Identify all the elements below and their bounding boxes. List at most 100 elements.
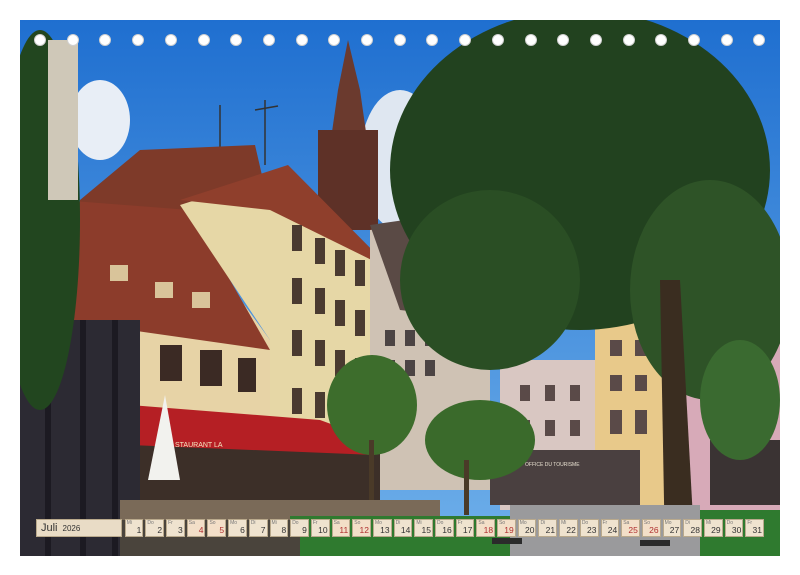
weekday-label: Fr xyxy=(312,520,318,526)
day-cell: So 12 xyxy=(352,519,371,537)
day-number: 17 xyxy=(462,525,473,535)
binding-hole xyxy=(164,34,177,46)
day-number: 9 xyxy=(302,525,307,535)
binding-hole xyxy=(262,34,275,46)
day-number: 20 xyxy=(524,525,535,535)
day-cells: Mi 1 Do 2 Fr 3 Sa 4 So 5 Mo 6 Di 7 Mi 8 Do 9 Fr 10 Sa 11 So 12 M… xyxy=(124,519,764,537)
window xyxy=(238,358,256,392)
weekday-label: Fr xyxy=(457,520,463,526)
binding-hole xyxy=(589,34,602,46)
day-cell: Do 9 xyxy=(290,519,309,537)
weekday-label: Fr xyxy=(602,520,608,526)
photo-illustration: STAURANT LA OFFICE DU TOURISME xyxy=(20,20,780,556)
day-cell: Di 28 xyxy=(683,519,702,537)
binding-holes xyxy=(20,34,780,50)
day-number: 22 xyxy=(566,525,576,535)
day-cell: Di 21 xyxy=(538,519,558,537)
day-cell: Mi 22 xyxy=(559,519,578,537)
day-cell: So 5 xyxy=(207,519,227,537)
binding-hole xyxy=(753,34,766,46)
day-number: 23 xyxy=(587,525,597,535)
weekday-label: Do xyxy=(292,520,299,526)
day-cell: Do 30 xyxy=(724,519,744,537)
bench xyxy=(640,540,670,546)
day-number: 3 xyxy=(178,525,183,535)
dormer xyxy=(155,282,173,298)
day-cell: So 26 xyxy=(641,519,661,537)
day-number: 21 xyxy=(545,525,556,535)
day-cell: Do 23 xyxy=(579,519,599,537)
weekday-label: Fr xyxy=(747,520,753,526)
day-cell: Mo 27 xyxy=(662,519,682,537)
binding-hole xyxy=(34,34,46,46)
day-cell: Mi 8 xyxy=(269,519,289,537)
tree-middle xyxy=(425,400,535,480)
weekday-label: Di xyxy=(395,520,401,526)
binding-hole xyxy=(557,34,570,46)
weekday-label: Di xyxy=(540,520,546,526)
day-number: 19 xyxy=(504,525,514,535)
weekday-label: So xyxy=(209,520,216,526)
day-number: 18 xyxy=(483,525,494,535)
weekday-label: Mi xyxy=(271,520,277,526)
binding-hole xyxy=(426,34,439,46)
day-number: 25 xyxy=(628,525,638,535)
day-number: 26 xyxy=(649,525,659,535)
calendar-strip: Juli 2026 Mi 1 Do 2 Fr 3 Sa 4 So 5 Mo 6 Di 7 Mi 8 Do 9 Fr 1… xyxy=(36,519,764,537)
weekday-label: Sa xyxy=(188,520,195,526)
day-number: 8 xyxy=(281,525,287,535)
day-cell: Fr 24 xyxy=(600,519,620,537)
binding-hole xyxy=(230,34,243,46)
day-number: 12 xyxy=(359,525,369,535)
awning-sign: STAURANT LA xyxy=(175,442,223,449)
day-number: 4 xyxy=(198,525,204,535)
day-cell: Di 7 xyxy=(248,519,268,537)
binding-hole xyxy=(491,34,504,46)
dormer xyxy=(110,265,128,281)
binding-hole xyxy=(524,34,537,46)
year-label: 2026 xyxy=(62,523,81,533)
day-cell: Fr 10 xyxy=(310,519,330,537)
day-cell: Do 16 xyxy=(435,519,454,537)
window xyxy=(160,345,182,381)
day-number: 30 xyxy=(731,525,742,535)
dormer xyxy=(192,292,210,308)
weekday-label: Mo xyxy=(230,520,238,526)
weekday-label: Do xyxy=(147,520,154,526)
day-number: 7 xyxy=(260,525,266,535)
weekday-label: Fr xyxy=(168,520,173,526)
day-number: 1 xyxy=(136,525,142,535)
day-cell: So 19 xyxy=(497,519,516,537)
day-cell: Sa 11 xyxy=(331,519,351,537)
day-number: 14 xyxy=(400,525,411,535)
binding-hole xyxy=(197,34,210,46)
month-name: Juli xyxy=(41,522,58,534)
bench xyxy=(492,538,522,544)
day-number: 13 xyxy=(380,525,390,535)
day-cell: Sa 18 xyxy=(476,519,496,537)
day-cell: Mo 6 xyxy=(228,519,247,537)
weekday-label: Di xyxy=(685,520,690,526)
day-number: 29 xyxy=(711,525,721,535)
day-cell: Mi 29 xyxy=(703,519,723,537)
calendar-page: STAURANT LA OFFICE DU TOURISME Juli 2026… xyxy=(0,0,800,575)
day-cell: Di 14 xyxy=(393,519,413,537)
binding-hole xyxy=(393,34,406,46)
binding-hole xyxy=(459,34,472,46)
tourist-office-sign: OFFICE DU TOURISME xyxy=(525,462,580,468)
day-cell: Sa 4 xyxy=(186,519,206,537)
binding-hole xyxy=(132,34,145,46)
binding-hole xyxy=(295,34,308,46)
day-cell: Mo 13 xyxy=(372,519,392,537)
day-number: 15 xyxy=(421,525,431,535)
day-cell: Fr 17 xyxy=(455,519,475,537)
cloud xyxy=(70,80,130,160)
day-number: 10 xyxy=(318,525,328,535)
binding-hole xyxy=(720,34,733,46)
day-number: 5 xyxy=(219,525,225,535)
day-number: 11 xyxy=(339,525,349,535)
binding-hole xyxy=(361,34,373,46)
weekday-label: Di xyxy=(250,520,256,526)
day-number: 2 xyxy=(157,525,163,535)
window xyxy=(200,350,222,386)
